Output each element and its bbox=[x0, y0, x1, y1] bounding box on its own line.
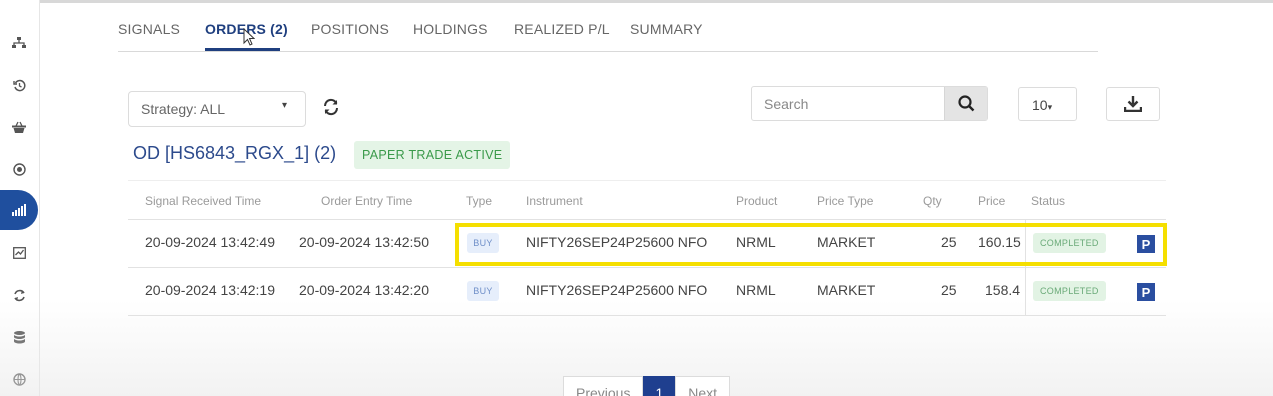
caret-down-icon: ▾ bbox=[281, 100, 287, 111]
tab-summary[interactable]: SUMMARY bbox=[630, 21, 703, 37]
tab-bar: SIGNALS ORDERS (2) POSITIONS HOLDINGS RE… bbox=[118, 18, 1098, 52]
refresh-icon[interactable] bbox=[322, 98, 340, 121]
globe-icon[interactable] bbox=[8, 368, 30, 390]
cell-product: NRML bbox=[736, 282, 776, 298]
next-page-button[interactable]: Next bbox=[675, 376, 731, 396]
signal-bars-icon[interactable] bbox=[0, 190, 38, 230]
highlight-box bbox=[455, 223, 1167, 266]
sidebar bbox=[0, 0, 40, 396]
col-signal-time: Signal Received Time bbox=[145, 194, 262, 208]
page-1-button[interactable]: 1 bbox=[643, 376, 676, 396]
sitemap-icon[interactable] bbox=[8, 32, 30, 54]
col-instrument: Instrument bbox=[526, 194, 583, 208]
col-type: Type bbox=[466, 194, 493, 208]
target-icon[interactable] bbox=[8, 158, 30, 180]
search-icon bbox=[957, 95, 974, 112]
exchange-label: NFO bbox=[677, 282, 708, 298]
cell-price-type: MARKET bbox=[817, 282, 876, 298]
paper-trade-badge: PAPER TRADE ACTIVE bbox=[354, 141, 511, 169]
status-badge: COMPLETED bbox=[1033, 281, 1106, 301]
tab-signals[interactable]: SIGNALS bbox=[118, 21, 180, 37]
basket-icon[interactable] bbox=[8, 116, 30, 138]
column-divider bbox=[1025, 268, 1026, 316]
cell-signal-time: 20-09-2024 13:42:19 bbox=[145, 282, 275, 298]
download-button[interactable] bbox=[1106, 87, 1160, 121]
col-qty: Qty bbox=[923, 194, 942, 208]
instrument-symbol: NIFTY26SEP24P25600 bbox=[526, 282, 674, 298]
sync-icon[interactable] bbox=[8, 284, 30, 306]
cell-price: 158.4 bbox=[985, 282, 1021, 298]
col-price: Price bbox=[978, 194, 1006, 208]
pagination: Previous 1 Next bbox=[563, 376, 731, 396]
caret-down-icon: ▾ bbox=[1047, 103, 1053, 113]
chart-box-icon[interactable] bbox=[8, 242, 30, 264]
tab-positions[interactable]: POSITIONS bbox=[311, 21, 389, 37]
search-box bbox=[751, 86, 988, 121]
table-row[interactable]: 20-09-2024 13:42:19 20-09-2024 13:42:20 … bbox=[128, 268, 1166, 316]
previous-page-button[interactable]: Previous bbox=[563, 376, 644, 396]
search-input[interactable] bbox=[752, 87, 946, 120]
cell-qty: 25 bbox=[941, 282, 957, 298]
col-price-type: Price Type bbox=[817, 194, 874, 208]
cell-instrument: NIFTY26SEP24P25600 NFO bbox=[526, 282, 707, 298]
cell-entry-time: 20-09-2024 13:42:50 bbox=[299, 234, 429, 250]
col-product: Product bbox=[736, 194, 778, 208]
buy-badge: BUY bbox=[467, 281, 499, 301]
download-icon bbox=[1124, 96, 1142, 112]
paper-mode-icon[interactable]: P bbox=[1137, 283, 1155, 301]
table-header: Signal Received Time Order Entry Time Ty… bbox=[128, 180, 1166, 220]
tab-realized-pl[interactable]: REALIZED P/L bbox=[514, 21, 610, 37]
tab-holdings[interactable]: HOLDINGS bbox=[413, 21, 488, 37]
page-size-select[interactable]: 10▾ bbox=[1018, 87, 1077, 121]
col-entry-time: Order Entry Time bbox=[321, 194, 413, 208]
col-status: Status bbox=[1031, 194, 1066, 208]
search-button[interactable] bbox=[944, 87, 987, 120]
strategy-select-label: Strategy: ALL bbox=[141, 101, 226, 117]
order-group-title: OD [HS6843_RGX_1] (2) bbox=[133, 143, 337, 163]
mouse-cursor-icon bbox=[243, 27, 256, 50]
cell-signal-time: 20-09-2024 13:42:49 bbox=[145, 234, 275, 250]
page-size-value: 10 bbox=[1032, 97, 1048, 113]
database-icon[interactable] bbox=[8, 326, 30, 348]
strategy-select[interactable]: Strategy: ALL ▾ bbox=[128, 91, 306, 127]
cell-entry-time: 20-09-2024 13:42:20 bbox=[299, 282, 429, 298]
top-border bbox=[0, 0, 1273, 3]
history-icon[interactable] bbox=[8, 74, 30, 96]
